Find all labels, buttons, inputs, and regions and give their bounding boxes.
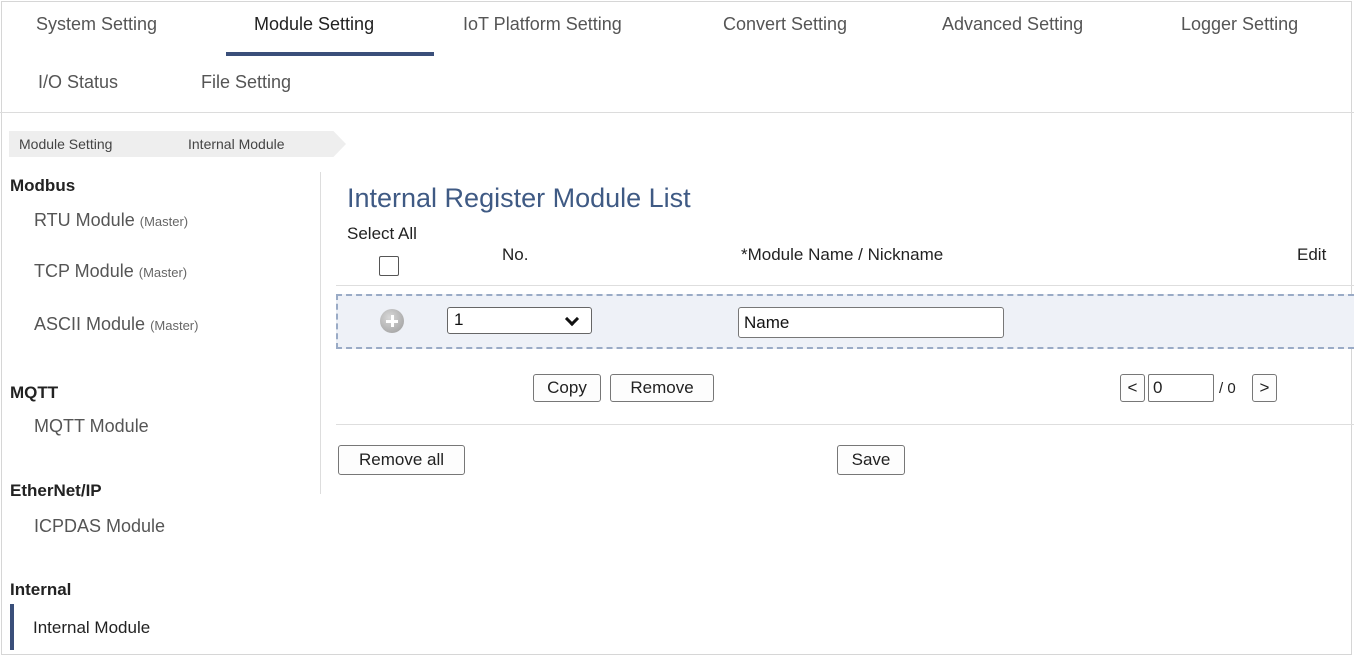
- module-number-value: 1: [454, 310, 464, 329]
- add-circle-icon[interactable]: [380, 309, 404, 333]
- sidebar-item-internal-module[interactable]: Internal Module: [33, 618, 150, 638]
- column-select-all: Select All: [347, 224, 417, 243]
- column-module-name: *Module Name / Nickname: [741, 245, 944, 264]
- remove-button[interactable]: Remove: [610, 374, 714, 402]
- breadcrumb-module-setting[interactable]: Module Setting: [9, 131, 183, 157]
- sidebar-group-modbus: Modbus: [10, 176, 76, 195]
- select-all-checkbox[interactable]: [379, 256, 399, 276]
- tab-file-setting[interactable]: File Setting: [201, 72, 291, 93]
- sidebar-divider: [320, 172, 321, 494]
- sidebar-item-label: TCP Module: [34, 261, 134, 281]
- sidebar-item-suffix: (Master): [139, 214, 189, 229]
- copy-button[interactable]: Copy: [533, 374, 601, 402]
- nav-divider: [0, 112, 1354, 113]
- breadcrumb-internal-module[interactable]: Internal Module: [166, 131, 346, 157]
- module-name-input[interactable]: [738, 307, 1004, 338]
- tab-iot-platform-setting[interactable]: IoT Platform Setting: [463, 14, 622, 35]
- next-page-button[interactable]: >: [1252, 374, 1277, 402]
- module-number-select[interactable]: 1: [447, 307, 592, 334]
- sidebar-item-ascii-module[interactable]: ASCII Module (Master): [34, 314, 198, 335]
- tab-system-setting[interactable]: System Setting: [36, 14, 157, 35]
- sidebar-item-rtu-module[interactable]: RTU Module (Master): [34, 210, 188, 231]
- sidebar-item-icpdas-module[interactable]: ICPDAS Module: [34, 516, 165, 537]
- active-tab-indicator: [226, 52, 434, 56]
- sidebar-item-mqtt-module[interactable]: MQTT Module: [34, 416, 149, 437]
- tab-convert-setting[interactable]: Convert Setting: [723, 14, 847, 35]
- sidebar-item-tcp-module[interactable]: TCP Module (Master): [34, 261, 187, 282]
- column-edit: Edit: [1297, 245, 1327, 264]
- sidebar-active-indicator: [10, 604, 14, 650]
- save-button[interactable]: Save: [837, 445, 905, 475]
- remove-all-button[interactable]: Remove all: [338, 445, 465, 475]
- sidebar-item-label: ASCII Module: [34, 314, 146, 334]
- page-title: Internal Register Module List: [347, 183, 691, 213]
- table-footer-divider: [336, 424, 1354, 425]
- sidebar-item-suffix: (Master): [138, 265, 188, 280]
- sidebar-item-label: RTU Module: [34, 210, 135, 230]
- column-no: No.: [502, 245, 529, 264]
- sidebar-group-mqtt: MQTT: [10, 383, 59, 402]
- sidebar-item-suffix: (Master): [150, 318, 199, 333]
- sidebar-group-ethernet-ip: EtherNet/IP: [10, 481, 102, 500]
- prev-page-button[interactable]: <: [1120, 374, 1145, 402]
- tab-io-status[interactable]: I/O Status: [38, 72, 118, 93]
- page-number-input[interactable]: [1148, 374, 1214, 402]
- tab-logger-setting[interactable]: Logger Setting: [1181, 14, 1298, 35]
- page-total: / 0: [1219, 380, 1236, 397]
- chevron-down-icon: [564, 311, 580, 327]
- tab-advanced-setting[interactable]: Advanced Setting: [942, 14, 1083, 35]
- tab-module-setting[interactable]: Module Setting: [254, 14, 374, 35]
- sidebar-group-internal: Internal: [10, 580, 72, 599]
- table-header-divider: [336, 285, 1354, 286]
